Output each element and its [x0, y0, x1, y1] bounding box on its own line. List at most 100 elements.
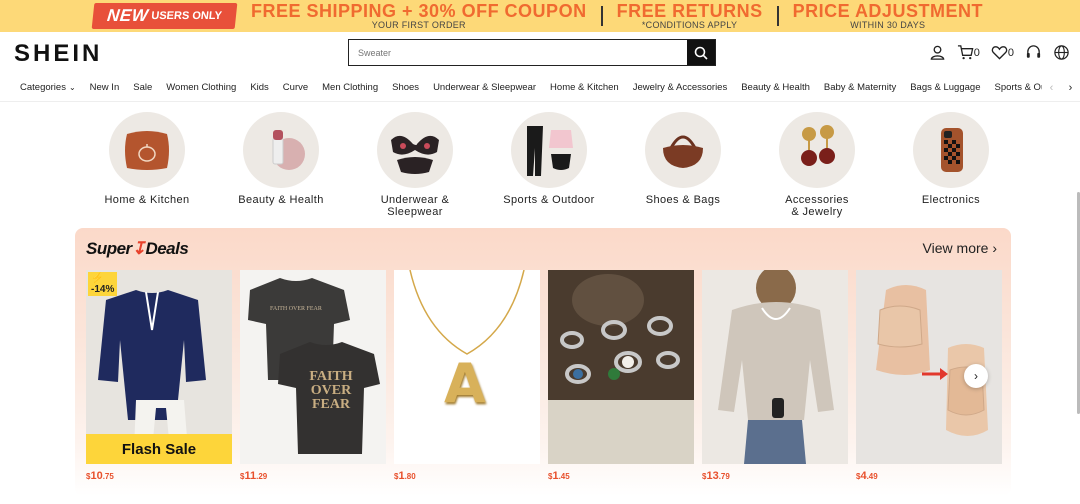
- carousel-next-button[interactable]: ›: [964, 364, 988, 388]
- product-image: A: [394, 270, 540, 464]
- headset-icon: [1026, 45, 1041, 58]
- header-icons: 0 0: [929, 44, 1070, 61]
- product-card[interactable]: ⚡ -14% Flash Sale $10.75: [86, 270, 232, 482]
- nav-item-curve[interactable]: Curve: [283, 82, 308, 93]
- chevron-down-icon: ⌄: [68, 83, 76, 92]
- nav-item-underwear-sleepwear[interactable]: Underwear & Sleepwear: [433, 82, 536, 93]
- chevron-right-icon: ›: [992, 240, 997, 256]
- phone-case-image: [913, 112, 989, 188]
- product-card[interactable]: › $4.49: [856, 270, 1002, 482]
- category-label: Beauty & Health: [238, 194, 324, 206]
- category-label: Accessories & Jewelry: [785, 194, 849, 218]
- cart-count: 0: [973, 46, 980, 59]
- product-image: [702, 270, 848, 464]
- price-adjustment-title: PRICE ADJUSTMENT: [792, 0, 983, 21]
- wishlist-button[interactable]: 0: [991, 44, 1014, 61]
- product-card[interactable]: $13.79: [702, 270, 848, 482]
- free-returns-promo: FREE RETURNS *CONDITIONS APPLY: [617, 0, 763, 32]
- tshirt-print-text: FAITH OVER FEAR: [309, 369, 353, 412]
- globe-icon: [1054, 45, 1069, 60]
- free-returns-title: FREE RETURNS: [616, 0, 763, 21]
- site-header: SHEIN 0 0: [0, 32, 1080, 74]
- category-shoes-bags[interactable]: Shoes & Bags: [616, 112, 750, 218]
- search-button[interactable]: [687, 40, 715, 65]
- category-circles: Home & Kitchen Beauty & Health Underwear…: [80, 112, 1018, 218]
- shein-logo[interactable]: SHEIN: [14, 40, 102, 68]
- product-image: ›: [856, 270, 1002, 464]
- chevron-left-icon[interactable]: ‹: [1050, 82, 1054, 94]
- makeup-stick-image: [243, 112, 319, 188]
- product-card[interactable]: A $1.80: [394, 270, 540, 482]
- product-card[interactable]: FAITH OVER FEAR FAITH OVER FEAR $11.29: [240, 270, 386, 482]
- free-shipping-title: FREE SHIPPING + 30% OFF COUPON: [251, 0, 587, 21]
- lightning-icon: ⚡: [91, 273, 104, 284]
- product-image: FAITH OVER FEAR FAITH OVER FEAR: [240, 270, 386, 464]
- nav-item-women-clothing[interactable]: Women Clothing: [166, 82, 236, 93]
- product-price: $4.49: [856, 470, 878, 482]
- nav-item-jewelry-accessories[interactable]: Jewelry & Accessories: [633, 82, 728, 93]
- flash-sale-banner: Flash Sale: [86, 434, 232, 464]
- lightning-icon: ↧: [131, 239, 146, 258]
- super-deals-title: Super↧Deals: [86, 239, 189, 258]
- support-button[interactable]: [1025, 44, 1042, 61]
- category-home-kitchen[interactable]: Home & Kitchen: [80, 112, 214, 218]
- search-icon: [694, 46, 708, 60]
- free-shipping-sub: YOUR FIRST ORDER: [371, 19, 466, 30]
- nav-item-home-kitchen[interactable]: Home & Kitchen: [550, 82, 619, 93]
- language-button[interactable]: [1053, 44, 1070, 61]
- category-beauty-health[interactable]: Beauty & Health: [214, 112, 348, 218]
- category-sports-outdoor[interactable]: Sports & Outdoor: [482, 112, 616, 218]
- nav-item-bags-luggage[interactable]: Bags & Luggage: [910, 82, 980, 93]
- view-more-link[interactable]: View more ›: [923, 240, 997, 256]
- product-image: ⚡ -14% Flash Sale: [86, 270, 232, 464]
- new-users-badge: NEW USERS ONLY: [91, 3, 238, 29]
- pillow-image: [109, 112, 185, 188]
- nav-item-sale[interactable]: Sale: [133, 82, 152, 93]
- category-label: Shoes & Bags: [645, 194, 721, 206]
- nav-item-shoes[interactable]: Shoes: [392, 82, 419, 93]
- cart-button[interactable]: 0: [957, 44, 980, 61]
- free-returns-sub: *CONDITIONS APPLY: [641, 19, 738, 30]
- heart-icon: [991, 46, 1008, 60]
- nav-item-beauty-health[interactable]: Beauty & Health: [741, 82, 810, 93]
- chevron-right-icon[interactable]: ›: [1069, 82, 1073, 94]
- new-label: NEW: [106, 6, 150, 25]
- pendant-letter: A: [444, 352, 486, 415]
- nav-item-new-in[interactable]: New In: [90, 82, 120, 93]
- deal-products: ⚡ -14% Flash Sale $10.75 FAITH OVER FEAR …: [86, 270, 1002, 482]
- chevron-right-icon: ›: [974, 369, 978, 383]
- nav-item-men-clothing[interactable]: Men Clothing: [322, 82, 378, 93]
- users-only-label: USERS ONLY: [150, 10, 223, 22]
- price-adjustment-sub: WITHIN 30 DAYS: [850, 19, 926, 30]
- search-input[interactable]: [349, 40, 687, 65]
- user-icon: [930, 45, 945, 60]
- account-button[interactable]: [929, 44, 946, 61]
- category-accessories-jewelry[interactable]: Accessories & Jewelry: [750, 112, 884, 218]
- product-price: $13.79: [702, 470, 730, 482]
- nav-item-categories[interactable]: Categories ⌄: [20, 82, 76, 93]
- nav-item-baby-maternity[interactable]: Baby & Maternity: [824, 82, 896, 93]
- promo-banner[interactable]: NEW USERS ONLY FREE SHIPPING + 30% OFF C…: [0, 0, 1080, 32]
- product-price: $1.45: [548, 470, 570, 482]
- category-label: Home & Kitchen: [104, 194, 190, 206]
- category-nav: Categories ⌄ New In Sale Women Clothing K…: [0, 74, 1080, 102]
- activewear-image: [511, 112, 587, 188]
- cart-icon: [957, 45, 974, 60]
- nav-scroll-arrows: ‹ ›: [1042, 74, 1080, 101]
- nav-item-kids[interactable]: Kids: [250, 82, 268, 93]
- free-shipping-promo: FREE SHIPPING + 30% OFF COUPON YOUR FIRS…: [251, 0, 587, 32]
- price-adjustment-promo: PRICE ADJUSTMENT WITHIN 30 DAYS: [793, 0, 983, 32]
- discount-badge: ⚡ -14%: [88, 272, 118, 296]
- promo-divider: [776, 6, 779, 26]
- product-price: $1.80: [394, 470, 416, 482]
- category-underwear-sleepwear[interactable]: Underwear & Sleepwear: [348, 112, 482, 218]
- promo-divider: [600, 6, 603, 26]
- category-label: Underwear & Sleepwear: [380, 194, 450, 218]
- category-label: Sports & Outdoor: [503, 194, 595, 206]
- tshirt-small-text: FAITH OVER FEAR: [270, 306, 322, 312]
- earrings-image: [779, 112, 855, 188]
- product-card[interactable]: $1.45: [548, 270, 694, 482]
- category-electronics[interactable]: Electronics: [884, 112, 1018, 218]
- lingerie-image: [377, 112, 453, 188]
- product-price: $11.29: [240, 470, 268, 482]
